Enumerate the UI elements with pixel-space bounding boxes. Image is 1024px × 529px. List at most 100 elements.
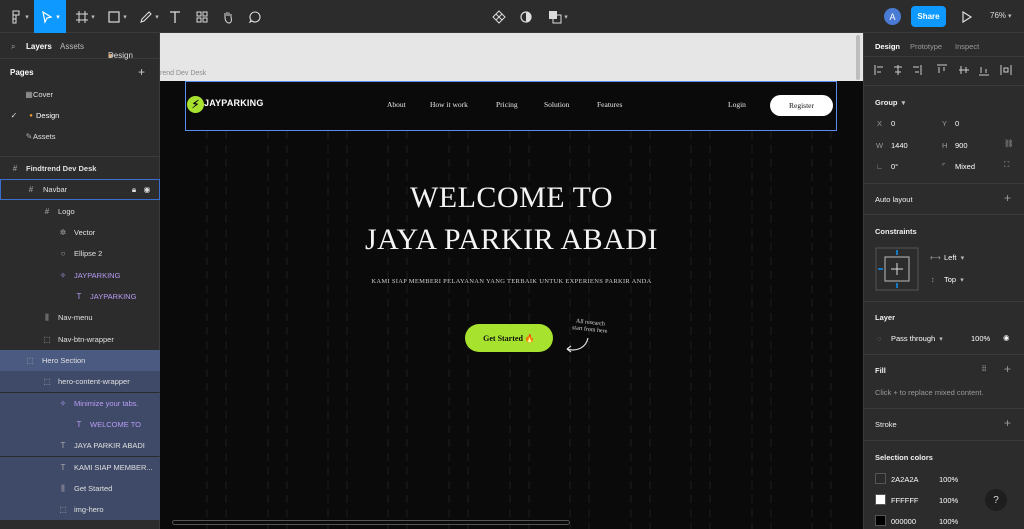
color-hex[interactable]: 000000 xyxy=(891,517,916,526)
register-button[interactable]: Register xyxy=(770,95,833,116)
boolean-button[interactable]: ▾ xyxy=(545,0,571,33)
get-started-button[interactable]: Get Started 🔥 xyxy=(465,324,553,352)
color-hex[interactable]: 2A2A2A xyxy=(891,475,919,484)
h-input[interactable]: 900 xyxy=(955,141,968,150)
layer-hero-section[interactable]: ⬚ Hero Section xyxy=(0,350,160,371)
group-title[interactable]: Group ▾ xyxy=(875,98,905,107)
logo-text[interactable]: JAYPARKING xyxy=(204,98,264,108)
nav-login[interactable]: Login xyxy=(728,100,746,109)
opacity-input[interactable]: 100% xyxy=(971,334,990,343)
link-dimensions-icon[interactable]: ⛓︎ xyxy=(1004,139,1014,148)
layer-jayparking-component[interactable]: ✧ JAYPARKING xyxy=(0,265,160,286)
nav-solution[interactable]: Solution xyxy=(544,100,569,109)
distribute-icon xyxy=(1000,65,1012,75)
design-canvas[interactable]: rend Dev Desk ⚡︎ JAYPARKING About How it… xyxy=(160,33,863,529)
lock-icon[interactable]: 🔒︎ xyxy=(129,185,139,195)
stroke-title[interactable]: Stroke xyxy=(875,420,897,429)
y-input[interactable]: 0 xyxy=(955,119,959,128)
text-tool-button[interactable] xyxy=(166,0,184,33)
add-stroke-icon[interactable]: + xyxy=(1004,416,1011,430)
color-swatch-2a2a2a[interactable] xyxy=(875,473,886,484)
blend-mode-select[interactable]: Pass through ▾ xyxy=(891,334,943,343)
hero-title-line2[interactable]: JAYA PARKIR ABADI xyxy=(160,223,863,257)
add-page-icon[interactable]: + xyxy=(138,65,145,79)
horizontal-scrollbar[interactable] xyxy=(172,520,570,525)
tab-inspect[interactable]: Inspect xyxy=(955,42,979,51)
frame-tool-button[interactable]: ▾ xyxy=(72,0,98,33)
constraint-horizontal-select[interactable]: Left ▾ xyxy=(944,253,964,262)
component-button[interactable] xyxy=(490,0,508,33)
user-avatar[interactable]: A xyxy=(884,8,901,25)
color-opacity[interactable]: 100% xyxy=(939,496,958,505)
layer-img-hero[interactable]: ⬚ img-hero xyxy=(0,499,160,520)
layer-ellipse[interactable]: ○ Ellipse 2 xyxy=(0,243,160,264)
nav-how-it-work[interactable]: How it work xyxy=(430,100,468,109)
color-swatch-000000[interactable] xyxy=(875,515,886,526)
auto-layout-title[interactable]: Auto layout xyxy=(875,195,913,204)
add-auto-layout-icon[interactable]: + xyxy=(1004,191,1011,205)
layer-minimize-tabs[interactable]: ✧ Minimize your tabs. xyxy=(0,393,160,414)
fill-styles-icon[interactable]: ⁞⁞ xyxy=(982,364,986,373)
nav-pricing[interactable]: Pricing xyxy=(496,100,518,109)
layer-logo[interactable]: # Logo xyxy=(0,201,160,222)
color-opacity[interactable]: 100% xyxy=(939,475,958,484)
eye-icon[interactable]: ◉ xyxy=(142,185,152,194)
pen-tool-button[interactable]: ▾ xyxy=(136,0,162,33)
color-hex[interactable]: FFFFFF xyxy=(891,496,919,505)
layer-kami-siap[interactable]: T KAMI SIAP MEMBER... xyxy=(0,457,160,478)
present-button[interactable] xyxy=(958,0,974,33)
layer-nav-menu[interactable]: ⫼ Nav-menu xyxy=(0,307,160,328)
tab-assets[interactable]: Assets xyxy=(60,42,84,51)
blend-icon: ◌ xyxy=(877,334,882,343)
layer-jayparking-text[interactable]: T JAYPARKING xyxy=(0,286,160,307)
x-input[interactable]: 0 xyxy=(891,119,895,128)
desk-frame[interactable]: ⚡︎ JAYPARKING About How it work Pricing … xyxy=(160,81,863,529)
eye-icon[interactable]: ◉ xyxy=(1003,333,1010,342)
align-top-icon xyxy=(937,64,947,73)
search-icon[interactable]: ⌕ xyxy=(11,42,15,52)
rotation-input[interactable]: 0° xyxy=(891,162,898,171)
tab-layers[interactable]: Layers xyxy=(26,42,52,51)
layer-get-started[interactable]: ⫼ Get Started xyxy=(0,478,160,499)
shape-tool-button[interactable]: ▾ xyxy=(104,0,130,33)
resources-button[interactable] xyxy=(193,0,211,33)
comment-tool-button[interactable] xyxy=(246,0,264,33)
zoom-dropdown[interactable]: 76% ▾ xyxy=(990,11,1012,20)
tab-design[interactable]: Design xyxy=(875,42,900,51)
nav-about[interactable]: About xyxy=(387,100,406,109)
radius-input[interactable]: Mixed xyxy=(955,162,975,171)
add-fill-icon[interactable]: + xyxy=(1004,362,1011,376)
help-button[interactable]: ? xyxy=(985,489,1007,511)
layer-navbar[interactable]: # Navbar 🔒︎ ◉ xyxy=(0,179,160,200)
lightning-icon[interactable]: ⚡︎ xyxy=(187,96,204,113)
frame-label[interactable]: rend Dev Desk xyxy=(160,70,206,77)
corner-expand-icon[interactable]: ⛶ xyxy=(1004,160,1009,170)
share-button[interactable]: Share xyxy=(911,6,946,27)
constraint-vertical-select[interactable]: Top ▾ xyxy=(944,275,964,284)
move-tool-button[interactable]: ▾ xyxy=(34,0,66,33)
group-title-label: Group xyxy=(875,98,898,107)
align-toolbar[interactable] xyxy=(873,63,1021,77)
layer-frame-findtrend[interactable]: # Findtrend Dev Desk xyxy=(0,158,160,179)
w-input[interactable]: 1440 xyxy=(891,141,908,150)
layer-hero-content-wrapper[interactable]: ⬚ hero-content-wrapper xyxy=(0,371,160,392)
page-item-design[interactable]: ✓ ● Design xyxy=(0,105,160,126)
layer-nav-btn-wrapper[interactable]: ⬚ Nav-btn-wrapper xyxy=(0,329,160,350)
main-menu-button[interactable]: ▾ xyxy=(4,0,34,33)
mask-button[interactable] xyxy=(517,0,535,33)
nav-features[interactable]: Features xyxy=(597,100,622,109)
layer-welcome-to[interactable]: T WELCOME TO xyxy=(0,414,160,435)
hero-title-line1[interactable]: WELCOME TO xyxy=(160,181,863,215)
page-item-assets[interactable]: ✎ Assets xyxy=(0,126,160,147)
page-item-cover[interactable]: ▦ Cover xyxy=(0,84,160,105)
layer-vector[interactable]: ✲ Vector xyxy=(0,222,160,243)
panel-divider xyxy=(864,408,1024,409)
color-swatch-ffffff[interactable] xyxy=(875,494,886,505)
color-opacity[interactable]: 100% xyxy=(939,517,958,526)
vertical-scrollbar[interactable] xyxy=(856,35,860,80)
hand-tool-button[interactable] xyxy=(219,0,237,33)
tab-prototype[interactable]: Prototype xyxy=(910,42,942,51)
hero-subtitle[interactable]: KAMI SIAP MEMBERI PELAYANAN YANG TERBAIK… xyxy=(160,278,863,285)
constraint-widget[interactable] xyxy=(875,247,919,291)
layer-jaya-parkir-abadi[interactable]: T JAYA PARKIR ABADI xyxy=(0,435,160,456)
